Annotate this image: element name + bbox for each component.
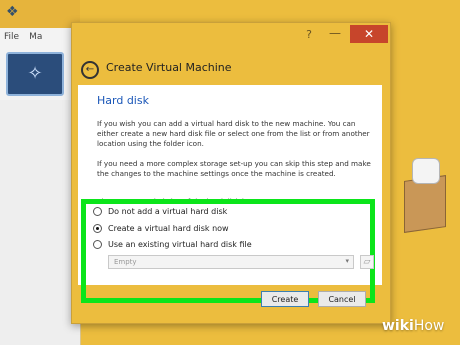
existing-disk-value: Empty <box>114 258 137 266</box>
folder-icon[interactable]: ▱ <box>360 255 374 269</box>
background-window: File Ma ✧ <box>0 28 81 345</box>
chevron-down-icon: ▾ <box>345 257 349 265</box>
option-existing-disk-label: Use an existing virtual hard disk file <box>108 240 252 249</box>
create-vm-dialog: ? — ✕ ← Create Virtual Machine Hard disk… <box>71 22 391 324</box>
background-sidebar <box>0 100 80 345</box>
radio-no-disk[interactable] <box>93 207 102 216</box>
existing-disk-select[interactable]: Empty ▾ <box>108 255 354 269</box>
background-window-titlebar: ❖ <box>0 0 80 28</box>
close-button[interactable]: ✕ <box>350 25 388 43</box>
menu-file[interactable]: File <box>4 32 19 42</box>
dialog-header: ← Create Virtual Machine <box>72 49 390 89</box>
radio-create-disk[interactable] <box>93 224 102 233</box>
virtualbox-icon: ❖ <box>6 4 19 20</box>
help-button[interactable]: ? <box>298 26 320 44</box>
option-no-disk[interactable]: Do not add a virtual hard disk <box>93 207 227 216</box>
option-existing-disk[interactable]: Use an existing virtual hard disk file <box>93 240 252 249</box>
radio-existing-disk[interactable] <box>93 240 102 249</box>
option-no-disk-label: Do not add a virtual hard disk <box>108 207 228 216</box>
tools-icon[interactable]: ✧ <box>6 52 64 96</box>
dialog-title: Create Virtual Machine <box>106 61 232 74</box>
create-button[interactable]: Create <box>261 291 309 307</box>
option-create-disk-label: Create a virtual hard disk now <box>108 224 229 233</box>
menu-machine[interactable]: Ma <box>29 32 42 42</box>
wikihow-watermark: wikiHow <box>382 318 444 334</box>
minimize-button[interactable]: — <box>324 26 346 44</box>
intro-paragraph: If you wish you can add a virtual hard d… <box>97 119 370 149</box>
box-illustration <box>398 150 448 233</box>
section-title: Hard disk <box>97 94 149 107</box>
watermark-how: How <box>413 318 445 334</box>
option-create-disk[interactable]: Create a virtual hard disk now <box>93 224 229 233</box>
dialog-titlebar: ? — ✕ <box>72 23 390 49</box>
storage-paragraph: If you need a more complex storage set-u… <box>97 159 371 179</box>
watermark-wiki: wiki <box>382 318 414 334</box>
cancel-button[interactable]: Cancel <box>318 291 366 307</box>
back-arrow-icon[interactable]: ← <box>81 61 99 79</box>
background-menu: File Ma <box>4 32 42 42</box>
